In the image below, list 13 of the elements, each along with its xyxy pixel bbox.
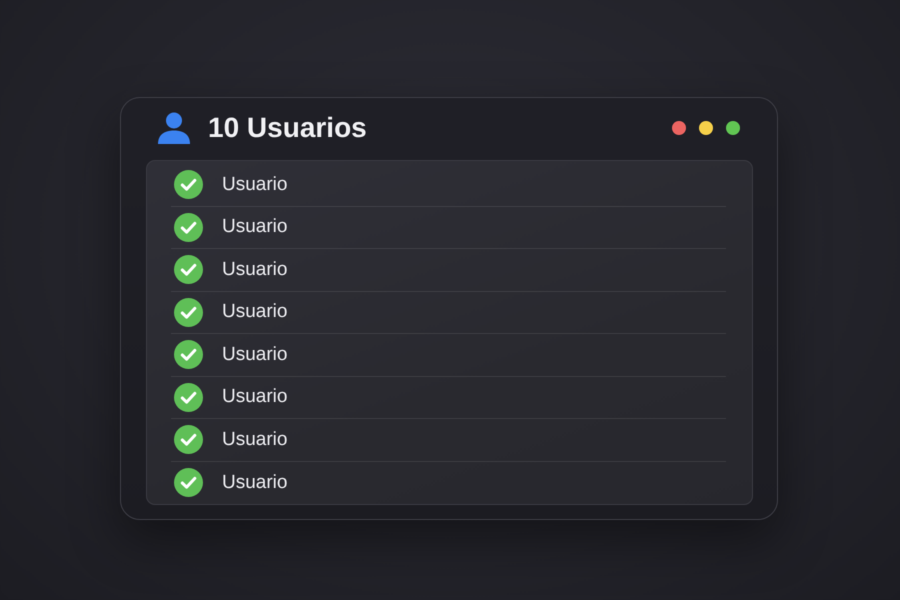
user-name: Usuario — [222, 344, 288, 366]
window-control-dot[interactable] — [726, 121, 740, 135]
person-icon — [158, 112, 190, 144]
user-name: Usuario — [222, 386, 288, 408]
window-control-dot[interactable] — [672, 121, 686, 135]
user-name: Usuario — [222, 216, 288, 238]
user-name: Usuario — [222, 301, 288, 324]
user-name: Usuario — [222, 472, 288, 494]
user-name: Usuario — [222, 174, 288, 196]
user-name: Usuario — [222, 428, 288, 451]
user-name: Usuario — [222, 258, 288, 281]
window-control-dot[interactable] — [699, 121, 713, 135]
window-title: 10 Usuarios — [208, 112, 368, 144]
